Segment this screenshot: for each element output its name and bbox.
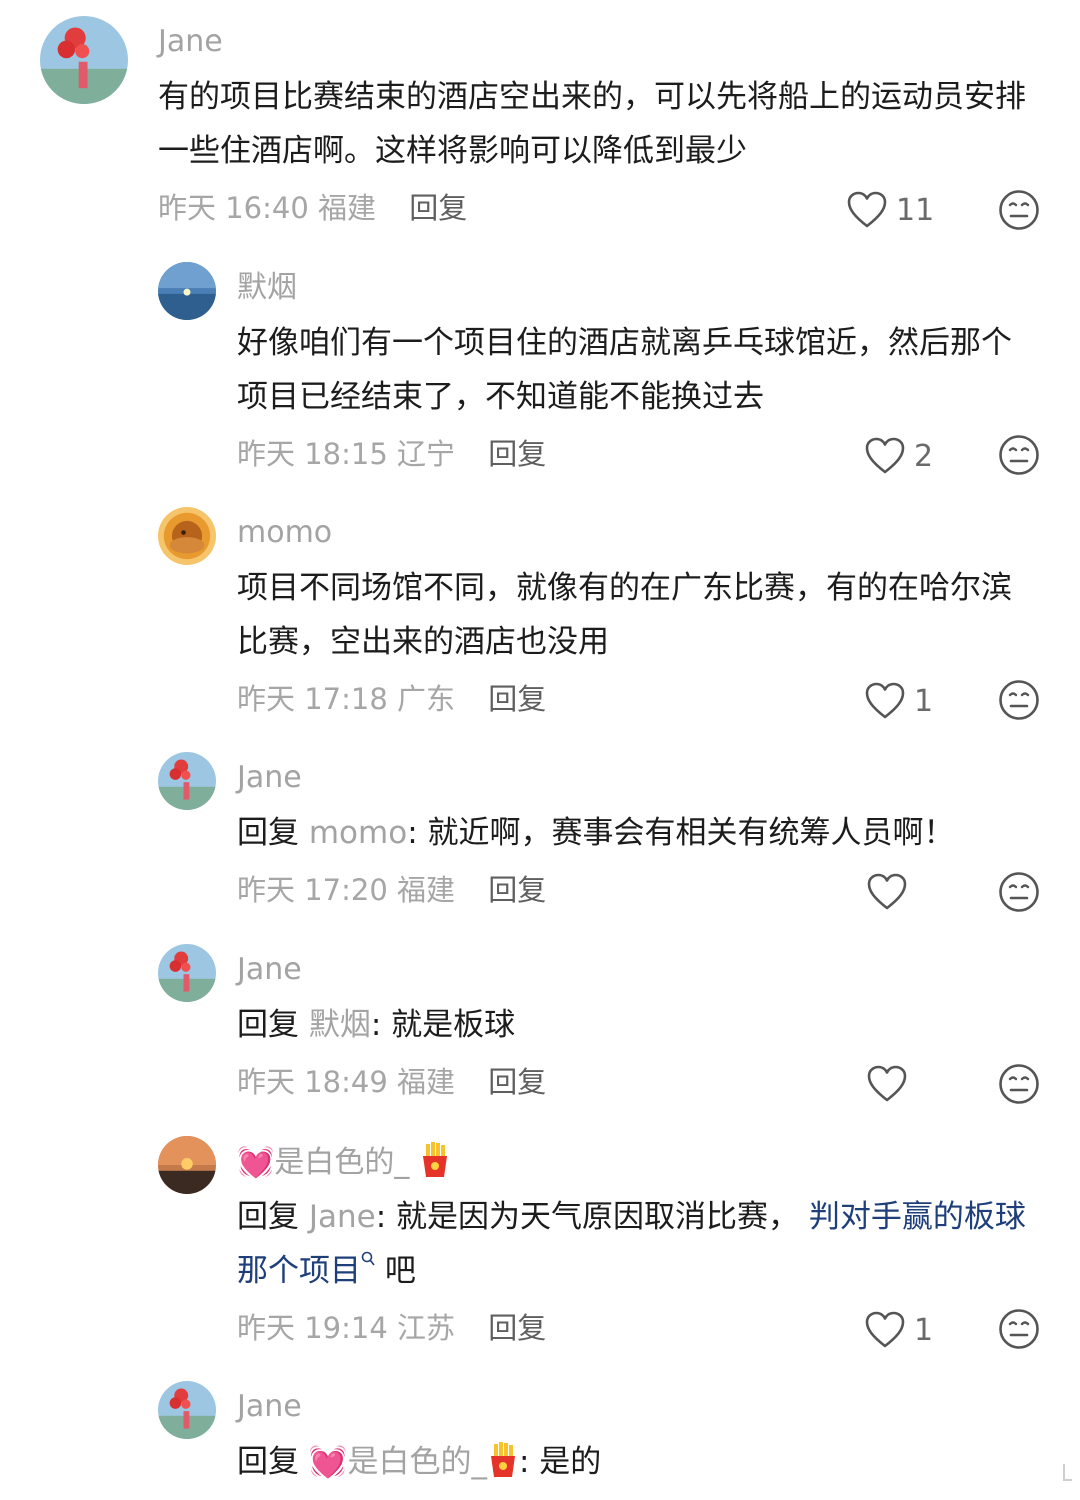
comment-meta: 昨天 17:20 福建 回复 [237, 870, 546, 910]
comment-item: Jane 有的项目比赛结束的酒店空出来的，可以先将船上的运动员安排一些住酒店啊。… [0, 0, 1080, 250]
avatar[interactable] [158, 262, 216, 320]
comment-text: 回复 💓是白色的_: 是的 [237, 1435, 1027, 1489]
username[interactable]: Jane [237, 1387, 302, 1427]
like-button[interactable] [866, 1062, 908, 1106]
comment-text: 回复 Jane: 就是因为天气原因取消比赛， 判对手赢的板球那个项目 吧 [237, 1190, 1037, 1298]
location: 辽宁 [397, 437, 456, 471]
mention-link[interactable]: Jane [309, 1199, 376, 1235]
like-count: 1 [914, 683, 934, 719]
reply-button[interactable]: 回复 [488, 437, 546, 471]
comment-text: 有的项目比赛结束的酒店空出来的，可以先将船上的运动员安排一些住酒店啊。这样将影响… [158, 79, 1026, 169]
timestamp: 昨天 19:14 [237, 1311, 388, 1345]
reply-text: : 是的 [518, 1444, 602, 1480]
neutral-face-icon[interactable] [998, 1308, 1040, 1350]
like-button[interactable]: 1 [864, 1308, 933, 1352]
avatar[interactable] [158, 944, 216, 1002]
avatar[interactable] [158, 507, 216, 565]
like-count: 2 [914, 438, 934, 474]
username[interactable]: 默烟 [237, 268, 297, 308]
reply-text: : 就是因为天气原因取消比赛， [375, 1199, 800, 1235]
neutral-face-icon[interactable] [998, 679, 1040, 721]
mention-link[interactable]: 默烟 [309, 1007, 371, 1043]
comment-text: 项目不同场馆不同，就像有的在广东比赛，有的在哈尔滨比赛，空出来的酒店也没用 [237, 570, 1012, 660]
like-button[interactable]: 1 [864, 679, 933, 723]
username[interactable]: Jane [158, 22, 223, 62]
comment-text: 回复 momo: 就近啊，赛事会有相关有统筹人员啊！ [237, 806, 1027, 860]
mention-link[interactable]: momo [309, 815, 407, 851]
avatar[interactable] [158, 1381, 216, 1439]
comment-meta: 昨天 16:40 福建 回复 [158, 188, 467, 228]
comment-meta: 昨天 19:14 江苏 回复 [237, 1308, 546, 1348]
timestamp: 昨天 18:49 [237, 1065, 388, 1099]
reply-prefix: 回复 [237, 1007, 299, 1043]
neutral-face-icon[interactable] [998, 1063, 1040, 1105]
neutral-face-icon[interactable] [998, 871, 1040, 913]
avatar[interactable] [158, 752, 216, 810]
like-count: 1 [914, 1312, 934, 1348]
like-button[interactable]: 11 [846, 188, 934, 232]
reply-prefix: 回复 [237, 1199, 299, 1235]
comment-meta: 昨天 18:15 辽宁 回复 [237, 434, 546, 474]
reply-button[interactable]: 回复 [488, 873, 546, 907]
reply-item: Jane 回复 默烟: 就是板球 昨天 18:49 福建 回复 [0, 932, 1080, 1124]
reply-button[interactable]: 回复 [409, 191, 467, 225]
username[interactable]: Jane [237, 950, 302, 990]
scroll-indicator [1063, 1464, 1072, 1481]
heart-emoji: 💓 [237, 1145, 275, 1180]
mention-text: 是白色的_ [347, 1444, 487, 1480]
like-count: 11 [896, 192, 935, 228]
timestamp: 昨天 18:15 [237, 437, 388, 471]
comment-text: 回复 默烟: 就是板球 [237, 998, 1027, 1052]
reply-prefix: 回复 [237, 1444, 299, 1480]
reply-text: : 就是板球 [370, 1007, 516, 1043]
username[interactable]: momo [237, 513, 332, 553]
heart-outline-icon [865, 1311, 905, 1348]
timestamp: 昨天 16:40 [158, 191, 309, 225]
location: 福建 [397, 1065, 456, 1099]
reply-button[interactable]: 回复 [488, 682, 546, 716]
timestamp: 昨天 17:20 [237, 873, 388, 907]
location: 福建 [397, 873, 456, 907]
comment-meta: 昨天 17:18 广东 回复 [237, 679, 546, 719]
like-button[interactable] [866, 870, 908, 914]
heart-emoji: 💓 [308, 1444, 348, 1480]
like-button[interactable]: 2 [864, 434, 933, 478]
french-fries-icon [490, 1442, 515, 1477]
reply-item: 💓是白色的_ 回复 Jane: 就是因为天气原因取消比赛， 判对手赢的板球那个项… [0, 1124, 1080, 1369]
heart-outline-icon [867, 1065, 907, 1102]
comment-meta: 昨天 18:49 福建 回复 [237, 1062, 546, 1102]
search-icon [361, 1251, 375, 1266]
neutral-face-icon[interactable] [998, 189, 1040, 231]
neutral-face-icon[interactable] [998, 434, 1040, 476]
comment-text: 好像咱们有一个项目住的酒店就离乒乓球馆近，然后那个项目已经结束了，不知道能不能换… [237, 325, 1012, 415]
french-fries-icon [422, 1142, 447, 1177]
username[interactable]: 💓是白色的_ [237, 1142, 451, 1183]
reply-item: 默烟 好像咱们有一个项目住的酒店就离乒乓球馆近，然后那个项目已经结束了，不知道能… [0, 250, 1080, 495]
reply-button[interactable]: 回复 [488, 1065, 546, 1099]
timestamp: 昨天 17:18 [237, 682, 388, 716]
heart-outline-icon [867, 873, 907, 910]
location: 福建 [318, 191, 377, 225]
reply-text: : 就近啊，赛事会有相关有统筹人员啊！ [407, 815, 955, 851]
username[interactable]: Jane [237, 758, 302, 798]
reply-item: Jane 回复 momo: 就近啊，赛事会有相关有统筹人员啊！ 昨天 17:20… [0, 740, 1080, 932]
username-text: 是白色的_ [274, 1145, 410, 1180]
reply-prefix: 回复 [237, 815, 299, 851]
reply-item: Jane 回复 💓是白色的_: 是的 [0, 1369, 1080, 1500]
avatar[interactable] [158, 1136, 216, 1194]
location: 广东 [397, 682, 456, 716]
mention-link[interactable]: 💓是白色的_ [308, 1442, 519, 1480]
reply-text-tail: 吧 [384, 1253, 416, 1289]
location: 江苏 [397, 1311, 456, 1345]
heart-outline-icon [865, 437, 905, 474]
avatar[interactable] [40, 16, 128, 104]
reply-button[interactable]: 回复 [488, 1311, 546, 1345]
heart-outline-icon [865, 682, 905, 719]
reply-item: momo 项目不同场馆不同，就像有的在广东比赛，有的在哈尔滨比赛，空出来的酒店也… [0, 495, 1080, 740]
heart-outline-icon [847, 191, 887, 228]
